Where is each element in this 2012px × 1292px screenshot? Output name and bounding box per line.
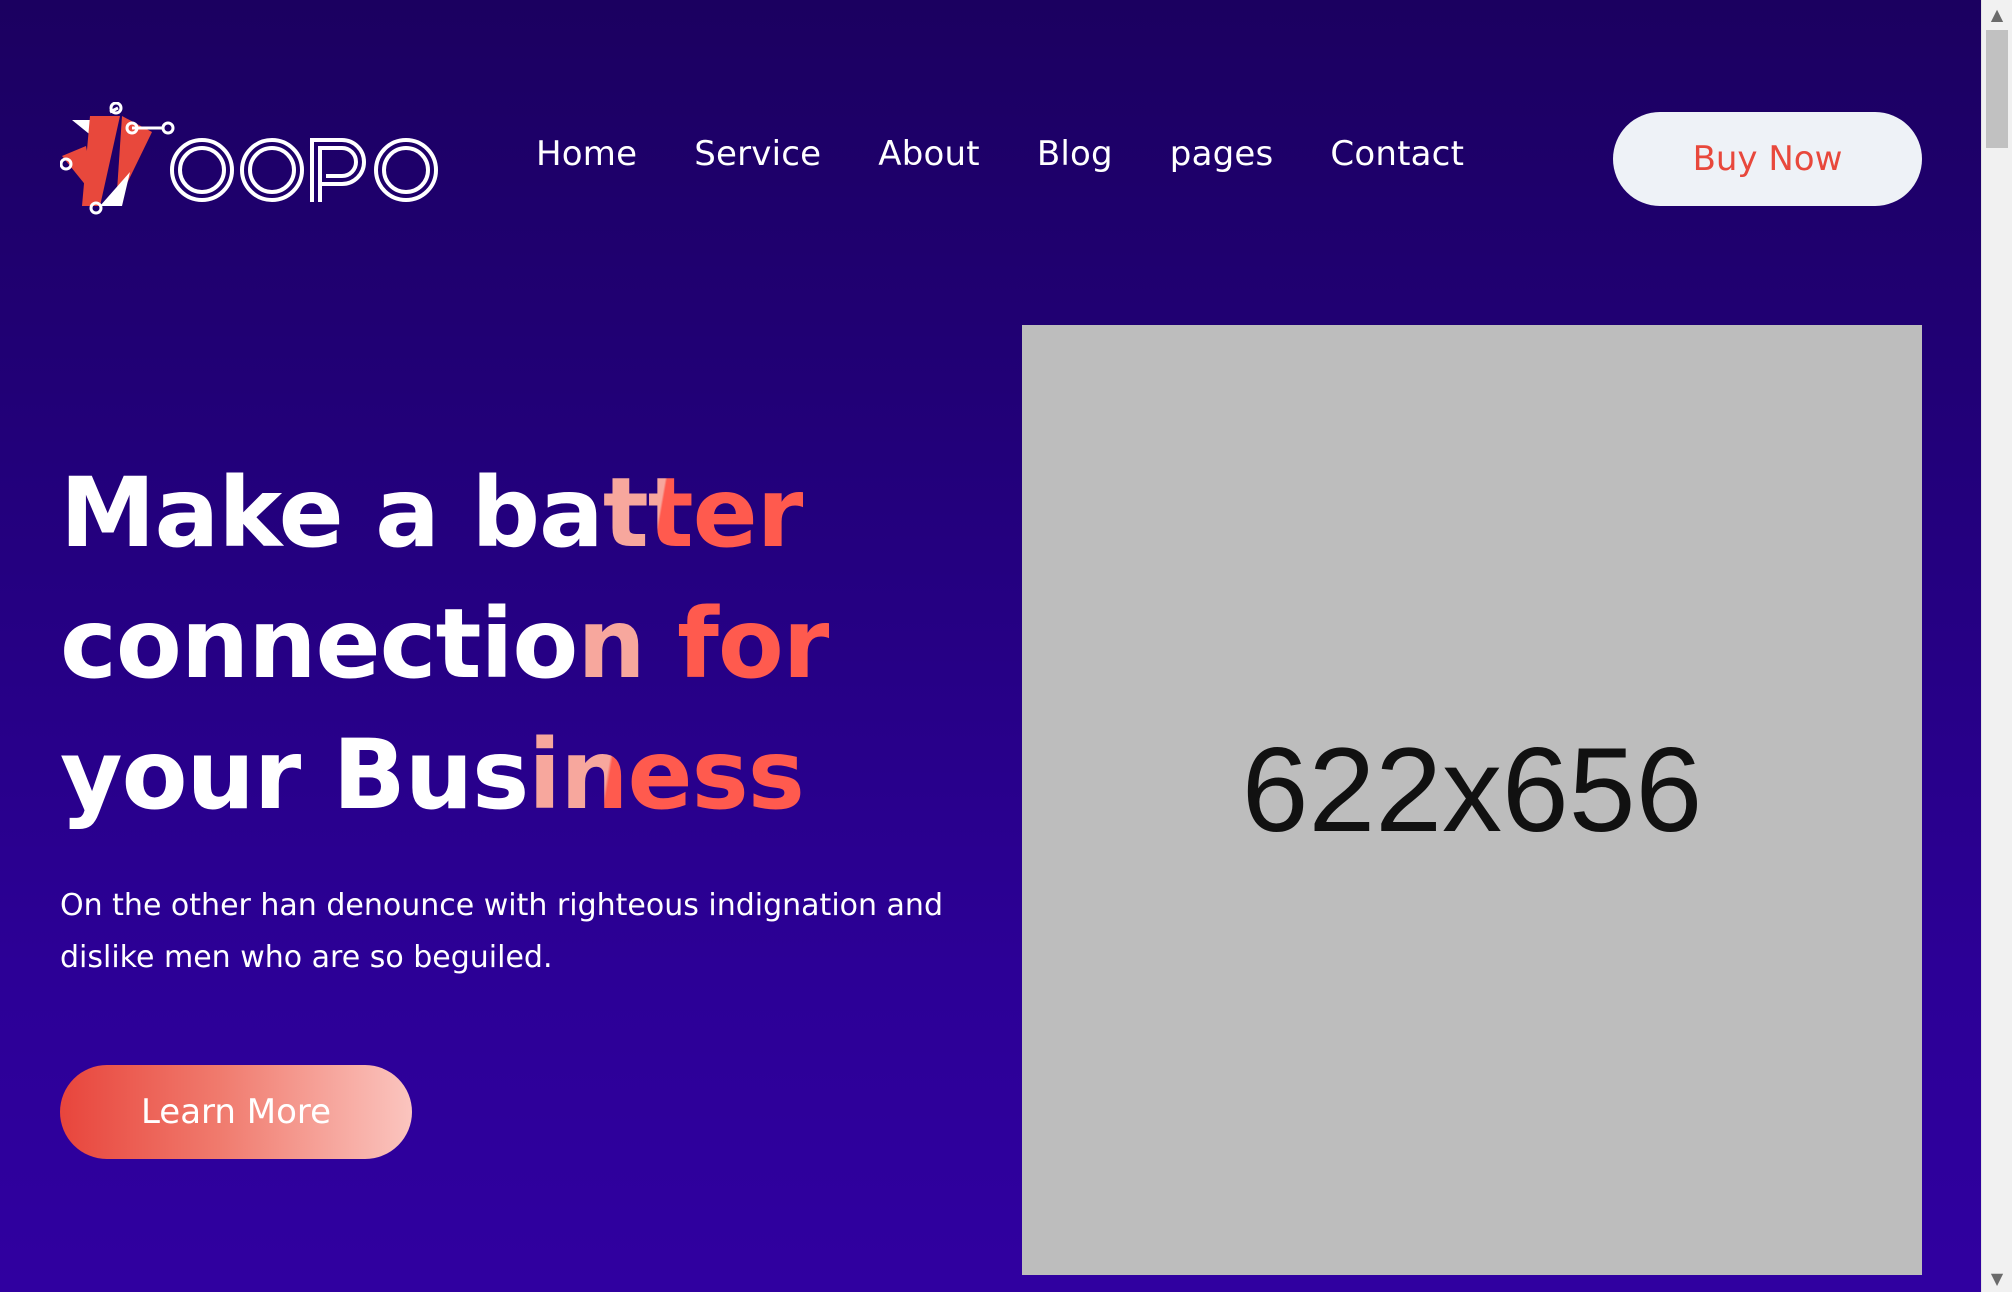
hero-image-placeholder-label: 622x656 [1241, 723, 1703, 857]
scrollbar-thumb[interactable] [1986, 30, 2008, 148]
hero-title-line-3: your Business [60, 710, 829, 841]
scroll-down-arrow-icon[interactable]: ▼ [1982, 1264, 2012, 1292]
site-logo[interactable] [60, 102, 440, 216]
hero-title: Make a batter connection for your Busine… [60, 448, 830, 841]
hero-title-line-2: connection for [60, 579, 830, 710]
hero-title-line-1-accent: tter [602, 457, 804, 569]
hero-title-line-1-white: Make a ba [60, 457, 604, 569]
nav-about[interactable]: About [878, 134, 980, 174]
hero-title-line-1: Make a batter [60, 448, 829, 579]
vertical-scrollbar[interactable]: ▲ ▼ [1981, 0, 2012, 1292]
hero-description: On the other han denounce with righteous… [60, 888, 943, 975]
nav-home[interactable]: Home [536, 134, 637, 174]
main-nav: Home Service About Blog pages Contact [536, 134, 1521, 174]
scroll-up-arrow-icon[interactable]: ▲ [1982, 0, 2012, 28]
nav-pages[interactable]: pages [1170, 134, 1274, 174]
learn-more-button[interactable]: Learn More [60, 1065, 412, 1159]
voopo-logo-icon [60, 102, 438, 215]
hero-title-line-2-white: connectio [60, 588, 578, 700]
landing-page: Home Service About Blog pages Contact Bu… [0, 0, 1981, 1292]
nav-blog[interactable]: Blog [1037, 134, 1113, 174]
nav-contact[interactable]: Contact [1330, 134, 1464, 174]
hero-title-line-2-accent: n for [577, 588, 830, 700]
nav-service[interactable]: Service [694, 134, 821, 174]
hero-image-placeholder: 622x656 [1022, 325, 1922, 1275]
hero-title-line-3-accent: iness [528, 719, 805, 831]
hero-title-line-3-white: your Bus [60, 719, 529, 831]
buy-now-button[interactable]: Buy Now [1613, 112, 1922, 206]
